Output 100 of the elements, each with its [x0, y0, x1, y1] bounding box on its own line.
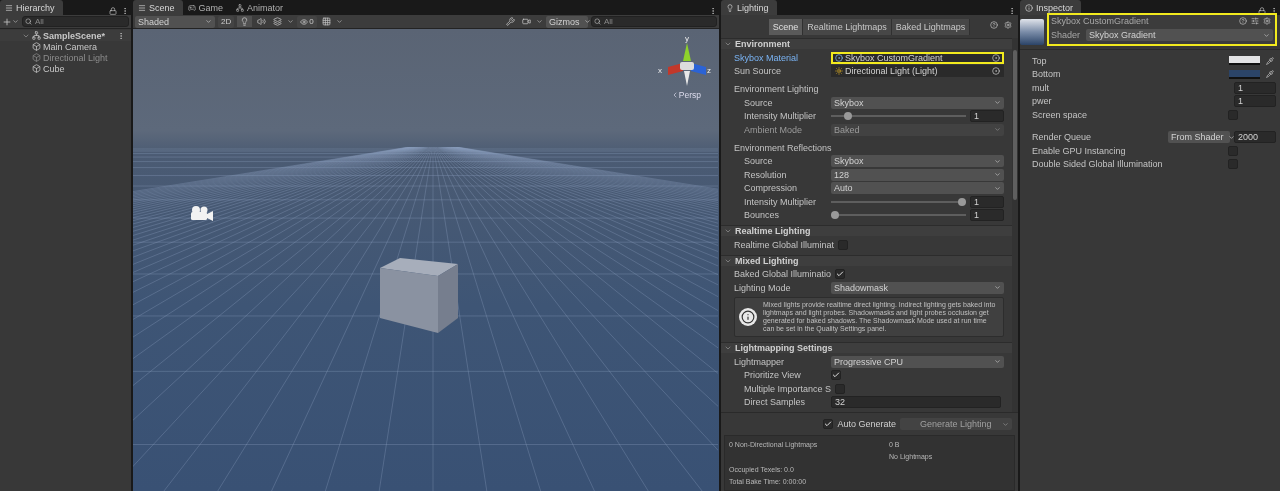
- shading-dropdown[interactable]: Shaded: [135, 15, 215, 28]
- lighting-subtab[interactable]: Realtime Lightmaps: [803, 19, 892, 35]
- auto-generate-label: Auto Generate: [837, 419, 896, 429]
- field-label: Sun Source: [734, 66, 783, 77]
- property-label: Screen space: [1032, 109, 1089, 120]
- field-label: Prioritize View: [744, 370, 802, 381]
- checkbox[interactable]: [835, 269, 846, 280]
- slider-track[interactable]: [831, 111, 966, 122]
- number-field[interactable]: 1: [970, 110, 1004, 123]
- number-field[interactable]: 1: [1234, 95, 1276, 108]
- cube-icon: [32, 64, 41, 73]
- material-name: Skybox CustomGradient: [1051, 16, 1149, 26]
- search-field[interactable]: All: [591, 16, 717, 27]
- tools-icon[interactable]: [504, 17, 517, 26]
- grid-icon[interactable]: [319, 17, 333, 26]
- scrollbar[interactable]: [1012, 38, 1018, 412]
- gamepad-icon: [187, 3, 196, 12]
- subsection-heading: Environment Reflections: [733, 141, 833, 155]
- lightbulb-icon: [726, 3, 734, 12]
- sphere-icon: [835, 53, 843, 62]
- section-header[interactable]: Mixed Lighting: [721, 254, 1012, 266]
- number-field[interactable]: 1: [1234, 81, 1276, 94]
- eyedropper-icon: [1264, 56, 1276, 65]
- scene-viewport[interactable]: y x z Persp: [133, 29, 719, 491]
- checkbox[interactable]: [831, 370, 841, 381]
- add-button[interactable]: [2, 16, 19, 27]
- gizmos-dropdown[interactable]: Gizmos: [546, 15, 588, 28]
- field-label: Lightmapper: [734, 356, 786, 367]
- slider-track[interactable]: [831, 210, 966, 221]
- field-label: Resolution: [744, 169, 788, 180]
- lighting-subtab[interactable]: Scene: [768, 19, 804, 35]
- color-swatch[interactable]: [1229, 56, 1260, 66]
- slider-track[interactable]: [831, 196, 966, 207]
- number-field[interactable]: 1: [970, 195, 1004, 208]
- property-label: Top: [1032, 55, 1048, 66]
- caret-icon: [583, 18, 591, 25]
- projection-label[interactable]: Persp: [678, 90, 701, 100]
- check-icon: [836, 270, 845, 279]
- view-tab[interactable]: Animator: [231, 0, 292, 15]
- shader-dropdown[interactable]: Skybox Gradient: [1086, 29, 1273, 41]
- hierarchy-item[interactable]: Main Camera: [43, 41, 98, 52]
- inspector-tab[interactable]: Inspector: [1020, 0, 1082, 15]
- dropdown[interactable]: Auto: [831, 182, 1004, 195]
- dropdown[interactable]: Progressive CPU: [831, 355, 1004, 368]
- camera-icon[interactable]: [520, 17, 533, 26]
- dropdown[interactable]: Skybox: [831, 96, 1004, 109]
- sliders-icon: [1249, 17, 1261, 25]
- subsection-heading: Environment Lighting: [733, 83, 820, 97]
- help-icon: [988, 21, 1000, 29]
- section-title: Mixed Lighting: [735, 255, 799, 266]
- nodes-icon: [236, 3, 245, 12]
- number-field[interactable]: 32: [831, 396, 1001, 409]
- sun-icon: [835, 67, 843, 76]
- layers-icon[interactable]: [271, 17, 285, 26]
- view-tab[interactable]: Scene: [133, 0, 183, 15]
- field-label: Bounces: [744, 210, 781, 221]
- field-label: Direct Samples: [744, 397, 807, 408]
- dropdown[interactable]: 128: [831, 168, 1004, 181]
- lighting-tab[interactable]: Lighting: [721, 0, 777, 15]
- lightbulb-icon[interactable]: [237, 16, 253, 27]
- check-icon: [832, 371, 840, 380]
- field-label: Compression: [744, 183, 799, 194]
- color-swatch[interactable]: [1229, 69, 1260, 79]
- dropdown[interactable]: Shadowmask: [831, 282, 1004, 294]
- 2d-toggle[interactable]: 2D: [218, 15, 235, 28]
- field-label: Source: [744, 156, 774, 167]
- slider-thumb[interactable]: [831, 211, 839, 220]
- section-header[interactable]: Lightmapping Settings: [721, 341, 1012, 353]
- property-label: Render Queue: [1032, 132, 1093, 143]
- plus-icon: [2, 16, 12, 27]
- material-preview: [1020, 19, 1044, 45]
- slider-thumb[interactable]: [958, 197, 966, 206]
- slider-thumb[interactable]: [843, 112, 852, 121]
- eye-icon: [300, 17, 309, 26]
- hidden-objects-toggle[interactable]: 0: [297, 15, 317, 28]
- field-label: Lighting Mode: [734, 283, 792, 293]
- field-label: Baked Global Illuminatio: [734, 269, 832, 280]
- search-field[interactable]: All: [22, 16, 129, 27]
- caret-icon: [1263, 31, 1270, 39]
- object-field[interactable]: Skybox CustomGradient: [831, 51, 1004, 64]
- number-field[interactable]: 2000: [1234, 131, 1276, 144]
- caret-icon: [994, 284, 1001, 292]
- checkbox[interactable]: [823, 419, 834, 429]
- dropdown[interactable]: Skybox: [831, 155, 1004, 168]
- section-header[interactable]: Environment: [721, 38, 1012, 50]
- number-field[interactable]: 1: [970, 209, 1004, 222]
- caret-icon: [1002, 420, 1009, 428]
- help-icon: [1237, 17, 1249, 25]
- hierarchy-item[interactable]: Cube: [43, 63, 65, 74]
- axis-gizmo-drawing: [668, 43, 706, 86]
- view-tab[interactable]: Game: [182, 0, 232, 15]
- object-field[interactable]: Directional Light (Light): [831, 65, 1004, 78]
- section-title: Environment: [735, 39, 790, 50]
- lighting-subtab[interactable]: Baked Lightmaps: [891, 19, 971, 35]
- hierarchy-tab[interactable]: Hierarchy: [0, 0, 63, 15]
- menu-icon: [5, 3, 13, 12]
- caret-icon: [994, 126, 1001, 134]
- section-header[interactable]: Realtime Lighting: [721, 225, 1012, 237]
- menu-icon: [138, 3, 146, 12]
- speaker-icon[interactable]: [255, 17, 269, 26]
